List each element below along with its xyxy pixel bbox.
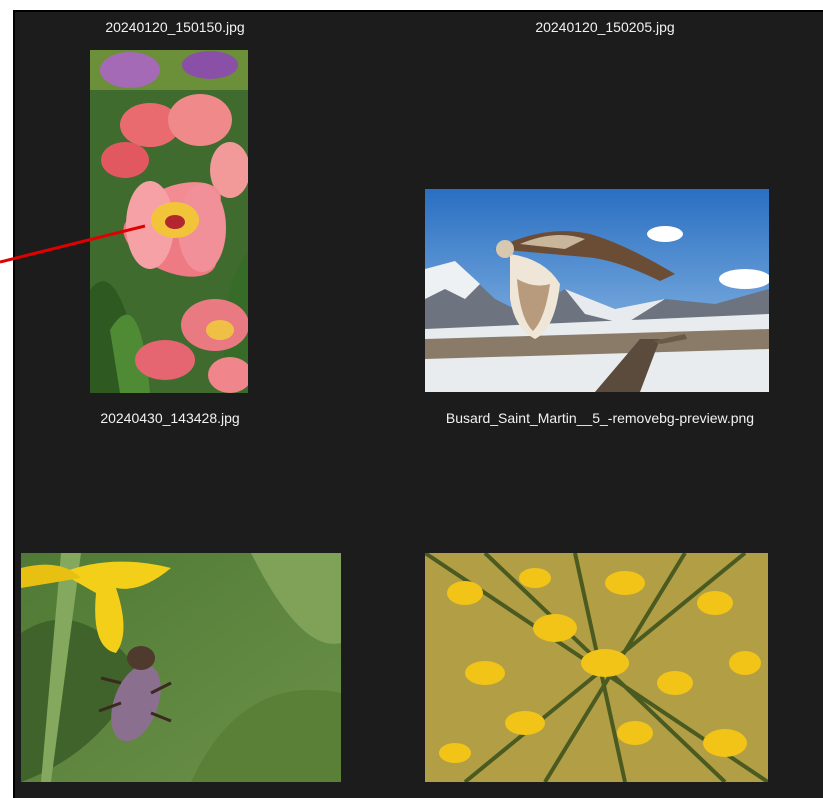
thumbnail-bird-image[interactable] [425, 189, 769, 392]
file-label-20240120-150205[interactable]: 20240120_150205.jpg [515, 18, 695, 36]
bird-photo [425, 189, 769, 392]
thumbnail-broom-flowers-image[interactable] [425, 553, 768, 782]
flower-photo [90, 50, 248, 393]
thumbnail-flower-image[interactable] [90, 50, 248, 393]
file-label-20240430-143428[interactable]: 20240430_143428.jpg [75, 409, 265, 427]
thumbnail-beetle-image[interactable] [21, 553, 341, 782]
file-label-busard-saint-martin[interactable]: Busard_Saint_Martin__5_-removebg-preview… [415, 409, 785, 427]
beetle-photo [21, 553, 341, 782]
file-label-20240120-150150[interactable]: 20240120_150150.jpg [85, 18, 265, 36]
broom-photo [425, 553, 768, 782]
file-explorer-thumbnail-view: 20240120_150150.jpg 20240120_150205.jpg [13, 10, 823, 798]
